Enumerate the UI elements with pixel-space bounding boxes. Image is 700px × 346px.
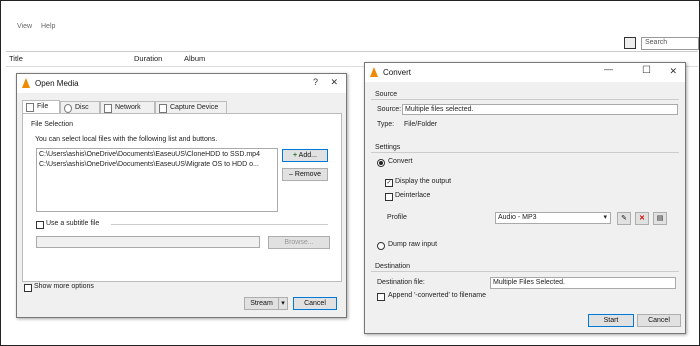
show-more-checkbox[interactable] <box>24 284 32 292</box>
new-profile-icon[interactable]: ▤ <box>653 212 667 225</box>
open-media-dialog: Open Media ? ✕ File Disc Network Capture… <box>16 73 347 318</box>
source-divider <box>371 99 679 100</box>
source-label: Source: <box>377 106 402 113</box>
column-duration[interactable]: Duration <box>134 54 162 63</box>
close-icon[interactable]: ✕ <box>669 66 677 77</box>
list-item[interactable]: C:\Users\ashis\OneDrive\Documents\EaseuU… <box>39 151 260 158</box>
vlc-cone-icon <box>370 67 378 77</box>
source-field[interactable]: Multiple files selected. <box>402 104 678 115</box>
open-media-title: Open Media <box>35 79 79 88</box>
start-button[interactable]: Start <box>588 314 634 327</box>
convert-radio[interactable] <box>377 159 385 167</box>
minus-icon: – <box>289 171 293 178</box>
source-value: Multiple files selected. <box>405 106 474 113</box>
add-button[interactable]: + Add... <box>282 149 328 162</box>
subtitle-divider <box>111 224 328 225</box>
network-icon <box>104 104 112 113</box>
menu-view[interactable]: View <box>17 23 32 30</box>
list-item[interactable]: C:\Users\ashis\OneDrive\Documents\EaseuU… <box>39 161 259 168</box>
menu-help[interactable]: Help <box>41 23 55 30</box>
tab-disc-label: Disc <box>75 104 89 111</box>
convert-cancel-button[interactable]: Cancel <box>637 314 681 327</box>
convert-title: Convert <box>383 68 412 77</box>
type-label: Type: <box>377 121 395 128</box>
add-label: Add... <box>298 152 317 159</box>
close-icon[interactable]: ✕ <box>330 77 338 88</box>
open-media-titlebar: Open Media ? ✕ <box>17 74 346 93</box>
convert-dialog: Convert — ☐ ✕ Source Source: Multiple fi… <box>364 62 686 334</box>
column-title[interactable]: Title <box>9 54 23 63</box>
tab-file-label: File <box>37 103 49 110</box>
convert-radio-label: Convert <box>388 158 413 165</box>
destination-divider <box>371 271 679 272</box>
append-converted-label: Append '-converted' to filename <box>388 292 487 299</box>
playlist-view-icon[interactable] <box>624 37 636 49</box>
stream-dropdown-arrow-icon[interactable]: ▾ <box>278 297 288 310</box>
display-output-checkbox[interactable]: ✓ <box>385 179 393 187</box>
append-converted-checkbox[interactable] <box>377 293 385 301</box>
edit-profile-wrench-icon[interactable]: ✎ <box>617 212 631 225</box>
subtitle-label: Use a subtitle file <box>46 220 100 227</box>
menu-bar: View Help <box>1 20 601 34</box>
profile-label: Profile <box>387 214 407 221</box>
tab-file[interactable]: File <box>22 100 60 114</box>
profile-value: Audio - MP3 <box>498 214 537 221</box>
search-input[interactable]: Search <box>641 37 699 50</box>
profile-select[interactable]: Audio - MP3 ▾ <box>495 212 611 224</box>
browse-button[interactable]: Browse... <box>268 236 330 249</box>
chevron-down-icon: ▾ <box>603 214 607 221</box>
convert-titlebar: Convert — ☐ ✕ <box>365 63 685 82</box>
subtitle-checkbox[interactable] <box>36 221 44 229</box>
dest-file-label: Destination file: <box>377 279 425 286</box>
file-tab-panel: File Selection You can select local file… <box>22 113 342 282</box>
dump-raw-label: Dump raw input <box>388 241 438 248</box>
search-placeholder: Search <box>645 39 668 46</box>
display-output-label: Display the output <box>395 178 452 185</box>
file-selection-title: File Selection <box>31 121 74 128</box>
dest-file-value: Multiple Files Selected. <box>493 279 565 286</box>
show-more-label: Show more options <box>34 283 94 290</box>
vlc-cone-icon <box>22 78 30 88</box>
maximize-icon[interactable]: ☐ <box>642 65 651 76</box>
column-album[interactable]: Album <box>184 54 205 63</box>
subtitle-path-field[interactable] <box>36 236 260 248</box>
destination-file-field[interactable]: Multiple Files Selected. <box>490 277 676 289</box>
destination-group-title: Destination <box>375 263 411 270</box>
disc-icon <box>64 104 72 113</box>
plus-icon: + <box>293 152 298 159</box>
type-value: File/Folder <box>404 121 438 128</box>
remove-label: Remove <box>294 171 321 178</box>
stream-button[interactable]: Stream <box>244 297 279 310</box>
cancel-button[interactable]: Cancel <box>293 297 337 310</box>
source-group-title: Source <box>375 91 398 98</box>
settings-group-title: Settings <box>375 144 401 151</box>
file-list[interactable]: C:\Users\ashis\OneDrive\Documents\EaseuU… <box>36 148 278 212</box>
delete-profile-icon[interactable]: ✕ <box>635 212 649 225</box>
settings-divider <box>371 152 679 153</box>
tab-capture-label: Capture Device <box>170 104 219 111</box>
help-icon[interactable]: ? <box>313 77 318 87</box>
tab-network-label: Network <box>115 104 141 111</box>
capture-device-icon <box>159 104 167 113</box>
dump-raw-radio[interactable] <box>377 242 385 250</box>
deinterlace-checkbox[interactable] <box>385 193 393 201</box>
remove-button[interactable]: – Remove <box>282 168 328 181</box>
file-selection-desc: You can select local files with the foll… <box>35 136 218 143</box>
deinterlace-label: Deinterlace <box>395 192 431 199</box>
file-icon <box>26 103 34 112</box>
minimize-icon[interactable]: — <box>604 64 613 74</box>
